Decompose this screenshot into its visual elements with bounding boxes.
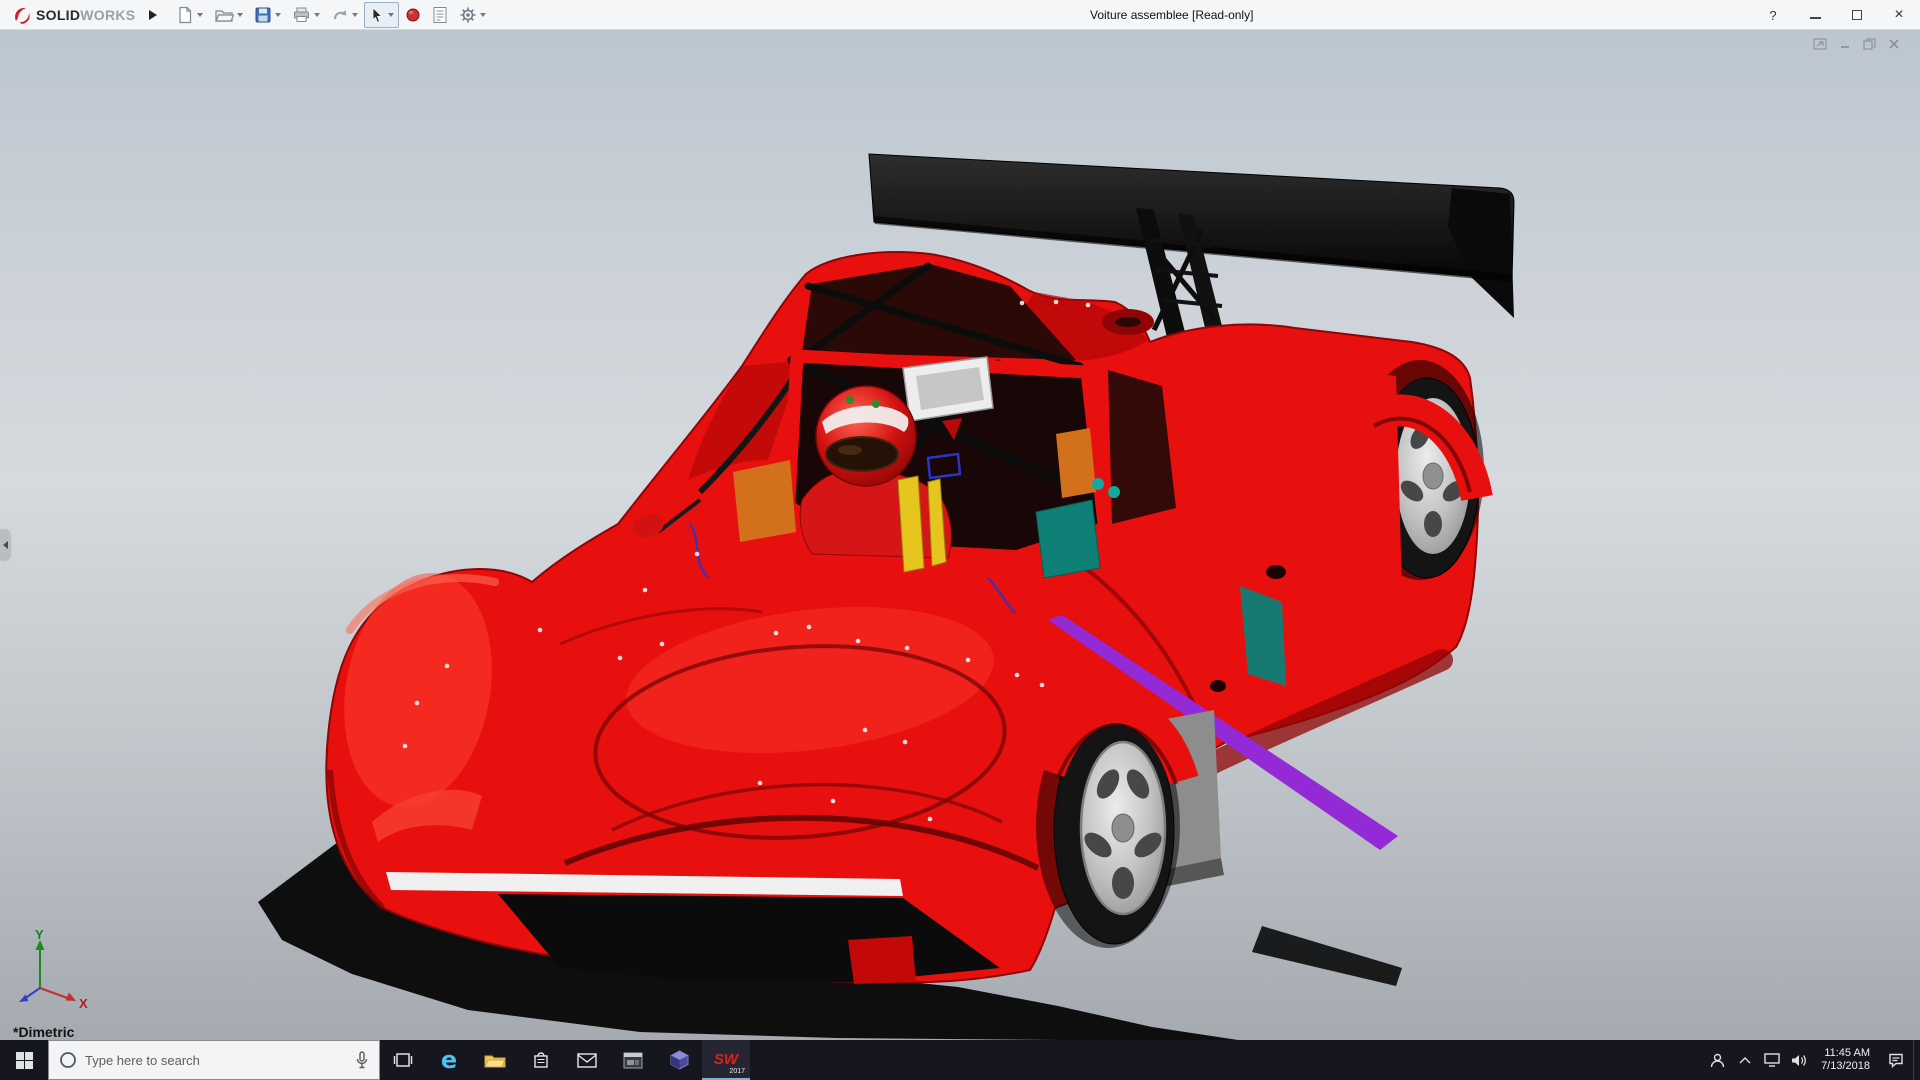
solidworks-logo-icon: [10, 4, 32, 26]
document-window-controls: [1813, 38, 1900, 50]
rebuild-icon: [405, 7, 421, 23]
window-controls: ? ×: [1752, 0, 1920, 30]
taskbar-pinned-window-button[interactable]: [610, 1040, 656, 1080]
tray-network-button[interactable]: [1758, 1040, 1785, 1080]
solidworks-app-year: 2017: [729, 1068, 745, 1075]
file-properties-button[interactable]: [427, 2, 453, 28]
open-dropdown-caret[interactable]: [237, 13, 243, 17]
print-icon: [292, 6, 311, 24]
store-bag-icon: [532, 1051, 550, 1069]
graphics-area[interactable]: Y X *Dimetric: [0, 30, 1920, 1040]
save-button[interactable]: [249, 2, 286, 28]
undo-button[interactable]: [326, 3, 363, 27]
menu-expand-arrow-icon[interactable]: [149, 10, 157, 20]
tray-hidden-icons-button[interactable]: [1731, 1040, 1758, 1080]
print-button[interactable]: [287, 2, 325, 28]
solidworks-window: SOLIDWORKS: [0, 0, 1920, 1080]
minimize-icon: [1810, 17, 1821, 19]
search-input[interactable]: [85, 1053, 347, 1068]
volume-icon: [1791, 1054, 1807, 1067]
close-button[interactable]: ×: [1878, 0, 1920, 30]
document-title: Voiture assemblee [Read-only]: [1090, 0, 1253, 30]
edge-icon: e: [441, 1048, 457, 1072]
helmet-visor: [826, 437, 898, 471]
solidworks-logo: SOLIDWORKS: [0, 4, 139, 26]
network-icon: [1764, 1053, 1780, 1067]
select-dropdown-caret[interactable]: [388, 13, 394, 17]
print-dropdown-caret[interactable]: [314, 13, 320, 17]
orientation-triad[interactable]: Y X: [6, 930, 96, 1014]
doc-minimize-icon[interactable]: [1839, 38, 1851, 50]
action-center-button[interactable]: [1879, 1040, 1913, 1080]
save-icon: [254, 6, 272, 24]
doc-float-icon[interactable]: [1813, 38, 1827, 50]
undo-dropdown-caret[interactable]: [352, 13, 358, 17]
taskbar-store-button[interactable]: [518, 1040, 564, 1080]
clock-date: 7/13/2018: [1821, 1060, 1870, 1073]
triad-y-label: Y: [35, 930, 44, 942]
save-dropdown-caret[interactable]: [275, 13, 281, 17]
tray-volume-button[interactable]: [1785, 1040, 1812, 1080]
mail-envelope-icon: [577, 1053, 597, 1068]
logo-bold: SOLID: [36, 7, 80, 23]
system-tray: 11:45 AM 7/13/2018: [1704, 1040, 1920, 1080]
maximize-icon: [1852, 10, 1862, 20]
help-button[interactable]: ?: [1752, 0, 1794, 30]
options-dropdown-caret[interactable]: [480, 13, 486, 17]
open-folder-icon: [214, 6, 234, 24]
new-document-dropdown-caret[interactable]: [197, 13, 203, 17]
maximize-button[interactable]: [1836, 0, 1878, 30]
doc-restore-icon[interactable]: [1863, 38, 1876, 50]
titlebar: SOLIDWORKS: [0, 0, 1920, 30]
new-document-button[interactable]: [171, 2, 208, 28]
windows-logo-icon: [16, 1052, 33, 1069]
cube-app-icon: [670, 1050, 689, 1070]
user-icon: [1710, 1053, 1725, 1068]
clock-time: 11:45 AM: [1824, 1047, 1870, 1060]
tray-user-button[interactable]: [1704, 1040, 1731, 1080]
show-desktop-button[interactable]: [1913, 1040, 1920, 1080]
action-center-icon: [1888, 1053, 1904, 1068]
taskbar-clock[interactable]: 11:45 AM 7/13/2018: [1812, 1047, 1879, 1073]
task-view-icon: [393, 1052, 413, 1068]
options-button[interactable]: [454, 2, 491, 28]
rebuild-button[interactable]: [400, 3, 426, 27]
undo-icon: [331, 7, 349, 23]
taskbar-mail-button[interactable]: [564, 1040, 610, 1080]
app-window-icon: [623, 1052, 643, 1069]
3d-model-scene[interactable]: [0, 30, 1920, 1040]
feature-tree-collapse-handle[interactable]: [0, 530, 10, 560]
microphone-icon[interactable]: [355, 1051, 369, 1069]
open-button[interactable]: [209, 2, 248, 28]
chevron-up-icon: [1739, 1056, 1751, 1064]
cortana-icon: [59, 1051, 77, 1069]
doc-close-icon[interactable]: [1888, 38, 1900, 50]
file-explorer-icon: [484, 1051, 506, 1069]
triad-x-label: X: [79, 996, 88, 1011]
start-button[interactable]: [0, 1040, 48, 1080]
taskbar-solidworks-button[interactable]: SW 2017: [702, 1040, 750, 1080]
new-document-icon: [176, 6, 194, 24]
taskbar-search[interactable]: [48, 1040, 380, 1080]
gear-icon: [459, 6, 477, 24]
task-view-button[interactable]: [380, 1040, 426, 1080]
quick-access-toolbar: [171, 2, 491, 28]
minimize-button[interactable]: [1794, 0, 1836, 30]
file-properties-icon: [432, 6, 448, 24]
view-orientation-label: *Dimetric: [13, 1025, 74, 1040]
solidworks-logo-text: SOLIDWORKS: [36, 7, 135, 23]
front-right-wheel[interactable]: [1036, 704, 1184, 948]
taskbar-edge-button[interactable]: e: [426, 1040, 472, 1080]
solidworks-app-icon: SW: [714, 1051, 738, 1068]
logo-light: WORKS: [80, 7, 135, 23]
windows-taskbar: e SW 2017: [0, 1040, 1920, 1080]
taskbar-cad-cube-button[interactable]: [656, 1040, 702, 1080]
select-tool-button[interactable]: [364, 2, 399, 28]
taskbar-file-explorer-button[interactable]: [472, 1040, 518, 1080]
select-cursor-icon: [369, 6, 385, 24]
